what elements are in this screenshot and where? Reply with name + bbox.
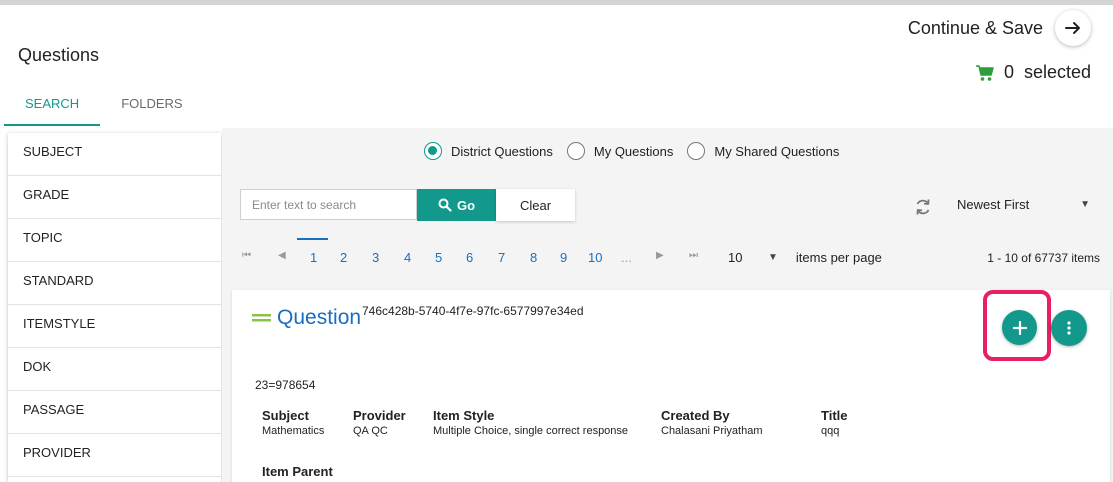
radio-my-questions[interactable]: My Questions [566, 142, 674, 160]
radio-district-questions[interactable]: District Questions [424, 142, 553, 160]
cart-icon [975, 64, 994, 81]
add-question-button[interactable] [1002, 310, 1037, 345]
radio-checked-icon [424, 142, 442, 160]
sort-select[interactable]: Newest First ▼ [957, 197, 1090, 213]
continue-save: Continue & Save [908, 10, 1091, 46]
meta-item-style: Item Style Multiple Choice, single corre… [433, 408, 628, 437]
page-ellipsis[interactable]: ... [621, 250, 632, 265]
more-options-button[interactable] [1051, 310, 1087, 346]
search-input[interactable] [240, 189, 417, 220]
sidebar-item-topic[interactable]: TOPIC [8, 219, 221, 262]
meta-provider: Provider QA QC [353, 408, 406, 437]
radio-label: District Questions [451, 143, 553, 159]
meta-value: Multiple Choice, single correct response [433, 425, 629, 437]
page-6[interactable]: 6 [466, 250, 473, 265]
page-size-select[interactable]: 10 ▼ items per page [728, 250, 882, 265]
meta-value: Chalasani Priyatham [661, 425, 763, 437]
tab-folders[interactable]: FOLDERS [100, 88, 203, 126]
prev-page-icon[interactable]: ◀ [278, 250, 286, 261]
page-10[interactable]: 10 [588, 250, 602, 265]
go-label: Go [456, 197, 476, 213]
page-9[interactable]: 9 [560, 250, 567, 265]
page-title: Questions [18, 45, 100, 65]
selected-count: 0 [1003, 62, 1014, 82]
question-card: Question 746c428b-5740-4f7e-97fc-6577997… [232, 290, 1110, 482]
kebab-menu-icon [1067, 321, 1071, 335]
sort-value: Newest First [957, 197, 1030, 212]
page-8[interactable]: 8 [530, 250, 537, 265]
pagination: ⏮ ◀ 1 2 3 4 5 6 7 8 9 10 ... ▶ ⏭ 10 ▼ it… [240, 238, 1100, 278]
page-1[interactable]: 1 [310, 250, 317, 265]
selected-label: selected [1023, 62, 1091, 82]
meta-value: QA QC [353, 425, 388, 437]
meta-label: Item Style [433, 408, 495, 423]
meta-value: Mathematics [262, 425, 325, 437]
continue-save-button[interactable] [1055, 10, 1091, 46]
page-3[interactable]: 3 [372, 250, 379, 265]
meta-created-by: Created By Chalasani Priyatham [661, 408, 763, 437]
meta-title: Title qqq [821, 408, 848, 437]
chevron-down-icon: ▼ [768, 252, 778, 263]
plus-icon [1012, 320, 1027, 335]
sidebar-item-standard[interactable]: STANDARD [8, 262, 221, 305]
sidebar-item-grade[interactable]: GRADE [8, 176, 221, 219]
radio-my-shared-questions[interactable]: My Shared Questions [687, 142, 839, 160]
sidebar-item-dok[interactable]: DOK [8, 348, 221, 391]
selection-cart: 0 selected [975, 62, 1091, 83]
sidebar-item-passage[interactable]: PASSAGE [8, 391, 221, 434]
page-size-value: 10 [728, 250, 743, 265]
filter-sidebar: SUBJECT GRADE TOPIC STANDARD ITEMSTYLE D… [8, 133, 221, 482]
search-icon [438, 198, 452, 212]
meta-label: Created By [661, 408, 730, 423]
next-page-icon[interactable]: ▶ [656, 250, 664, 261]
meta-label: Title [821, 408, 848, 423]
sidebar-item-itemstyle[interactable]: ITEMSTYLE [8, 305, 221, 348]
page-4[interactable]: 4 [404, 250, 411, 265]
source-radio-group: District Questions My Questions My Share… [424, 142, 853, 160]
page-5[interactable]: 5 [435, 250, 442, 265]
meta-label: Subject [262, 408, 309, 423]
radio-label: My Shared Questions [714, 143, 840, 159]
clear-button[interactable]: Clear [496, 189, 575, 221]
page-size-label: items per page [795, 250, 882, 265]
continue-save-label: Continue & Save [907, 17, 1043, 38]
refresh-icon[interactable] [913, 197, 933, 217]
page-7[interactable]: 7 [498, 250, 505, 265]
drag-handle-icon[interactable] [252, 313, 271, 323]
go-button[interactable]: Go [417, 189, 496, 221]
meta-subject: Subject Mathematics [262, 408, 324, 437]
question-id: 746c428b-5740-4f7e-97fc-6577997e34ed [362, 304, 584, 318]
question-title[interactable]: Question [277, 306, 361, 330]
current-page-indicator [297, 238, 328, 240]
meta-label: Provider [353, 408, 406, 423]
item-parent-label: Item Parent [262, 464, 333, 479]
tab-search[interactable]: SEARCH [4, 88, 101, 126]
page-2[interactable]: 2 [340, 250, 347, 265]
tab-bar: SEARCH FOLDERS [4, 88, 204, 126]
arrow-right-icon [1065, 22, 1080, 34]
radio-unchecked-icon [687, 142, 706, 160]
last-page-icon[interactable]: ⏭ [689, 250, 698, 261]
radio-unchecked-icon [566, 142, 585, 160]
top-divider [0, 0, 1113, 5]
first-page-icon[interactable]: ⏮ [242, 250, 251, 261]
results-range: 1 - 10 of 67737 items [987, 251, 1100, 265]
meta-value: qqq [821, 425, 840, 437]
chevron-down-icon: ▼ [1080, 199, 1090, 210]
sidebar-item-subject[interactable]: SUBJECT [8, 133, 221, 176]
sidebar-item-provider[interactable]: PROVIDER [8, 434, 221, 477]
question-body: 23=978654 [255, 378, 316, 392]
radio-label: My Questions [593, 143, 674, 159]
